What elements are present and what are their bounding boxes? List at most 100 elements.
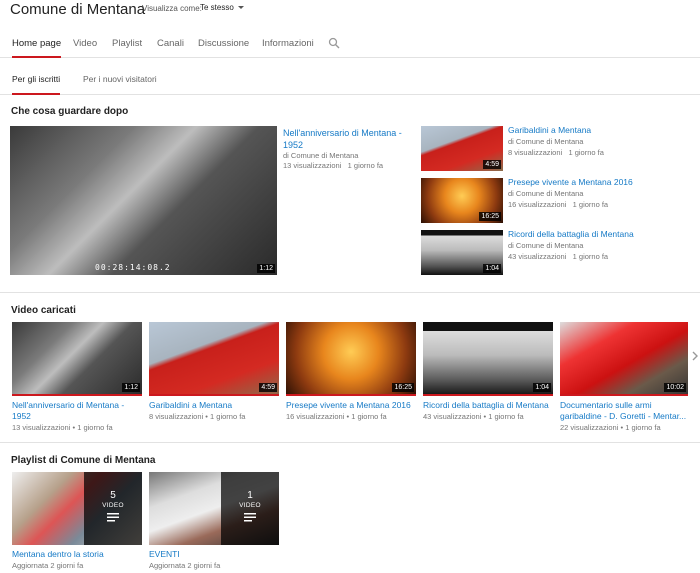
uploads-title[interactable]: Video caricati: [11, 305, 76, 316]
film-timecode: 00:28:14:08.2: [95, 263, 171, 272]
playlist-lines-icon: [107, 513, 119, 522]
upload-video-thumbnail[interactable]: 4:59: [149, 322, 279, 396]
playlist-video-label: VIDEO: [239, 502, 261, 509]
meta-separator: •: [620, 423, 624, 432]
meta-separator: •: [483, 412, 487, 421]
upload-age: 1 giorno fa: [351, 412, 387, 421]
side-video-thumbnail[interactable]: 4:59: [421, 126, 503, 171]
view-count: 16 visualizzazioni: [286, 412, 345, 421]
watched-progress-bar: [149, 394, 279, 396]
video-duration: 1:12: [122, 383, 140, 392]
video-duration: 1:04: [483, 264, 501, 273]
playlist-thumbnail[interactable]: 5 VIDEO: [12, 472, 142, 545]
tab-video[interactable]: Video: [73, 38, 97, 58]
featured-video-title[interactable]: Nell'anniversario di Mentana - 1952: [283, 127, 403, 151]
upload-age: 1 giorno fa: [625, 423, 661, 432]
playlist-video-count: 1: [247, 490, 253, 501]
side-video-thumbnail[interactable]: 16:25: [421, 178, 503, 223]
tab-playlist[interactable]: Playlist: [112, 38, 142, 58]
view-count: 22 visualizzazioni: [560, 423, 619, 432]
video-duration: 10:02: [664, 383, 686, 392]
video-duration: 16:25: [479, 212, 501, 221]
meta-separator: •: [72, 423, 76, 432]
side-video-channel[interactable]: di Comune di Mentana: [508, 188, 583, 199]
home-subtabs: Per gli iscritti Per i nuovi visitatori: [0, 74, 700, 95]
video-duration: 1:12: [257, 264, 275, 273]
upload-video-thumbnail[interactable]: 1:12: [12, 322, 142, 396]
playlist-lines-icon: [244, 513, 256, 522]
upload-video-title[interactable]: Presepe vivente a Mentana 2016: [286, 400, 411, 411]
featured-video-thumbnail[interactable]: 00:28:14:08.2 1:12: [10, 126, 277, 275]
chevron-right-icon[interactable]: [690, 349, 700, 363]
upload-age: 1 giorno fa: [210, 412, 246, 421]
meta-separator: •: [205, 412, 208, 421]
side-video-meta: 43 visualizzazioni 1 giorno fa: [508, 251, 608, 262]
tab-discussion[interactable]: Discussione: [198, 38, 249, 58]
playlist-count-overlay: 5 VIDEO: [84, 472, 142, 545]
upload-video-title-line1[interactable]: Documentario sulle armi: [560, 400, 652, 411]
channel-tabs: Home page Video Playlist Canali Discussi…: [0, 37, 700, 58]
upload-video-title[interactable]: Ricordi della battaglia di Mentana: [423, 400, 549, 411]
video-duration: 16:25: [392, 383, 414, 392]
view-as-dropdown[interactable]: Te stesso: [200, 3, 244, 12]
upload-video-thumbnail[interactable]: 16:25: [286, 322, 416, 396]
upload-age: 1 giorno fa: [572, 200, 609, 209]
playlist-video-label: VIDEO: [102, 502, 124, 509]
side-video-thumbnail[interactable]: 1:04: [421, 230, 503, 275]
side-video-title[interactable]: Garibaldini a Mentana: [508, 125, 591, 136]
upload-video-meta: 13 visualizzazioni • 1 giorno fa: [12, 422, 113, 433]
view-count: 13 visualizzazioni: [12, 423, 71, 432]
upload-video-meta: 43 visualizzazioni • 1 giorno fa: [423, 411, 524, 422]
playlist-updated: Aggiornata 2 giorni fa: [12, 561, 84, 570]
playlist-thumbnail[interactable]: 1 VIDEO: [149, 472, 279, 545]
view-as-value: Te stesso: [200, 3, 234, 12]
search-icon[interactable]: [328, 37, 340, 49]
watched-progress-bar: [423, 394, 553, 396]
watch-next-title: Che cosa guardare dopo: [11, 106, 129, 117]
tab-channels[interactable]: Canali: [157, 38, 184, 58]
watched-progress-bar: [560, 394, 688, 396]
video-duration: 4:59: [483, 160, 501, 169]
upload-age: 1 giorno fa: [77, 423, 113, 432]
playlist-updated: Aggiornata 2 giorni fa: [149, 561, 221, 570]
upload-video-title[interactable]: Garibaldini a Mentana: [149, 400, 232, 411]
side-video-meta: 16 visualizzazioni 1 giorno fa: [508, 199, 608, 210]
watched-progress-bar: [286, 394, 416, 396]
side-video-title[interactable]: Ricordi della battaglia di Mentana: [508, 229, 634, 240]
playlist-title[interactable]: Mentana dentro la storia: [12, 549, 104, 560]
upload-video-thumbnail[interactable]: 10:02: [560, 322, 688, 396]
upload-video-title[interactable]: Nell'anniversario di Mentana - 1952: [12, 400, 142, 422]
playlist-count-overlay: 1 VIDEO: [221, 472, 279, 545]
side-video-meta: 8 visualizzazioni 1 giorno fa: [508, 147, 604, 158]
section-divider: [0, 292, 700, 293]
channel-title: Comune di Mentana: [10, 1, 146, 18]
upload-age: 1 giorno fa: [568, 148, 604, 157]
playlist-title[interactable]: EVENTI: [149, 549, 180, 560]
watched-progress-bar: [12, 394, 142, 396]
upload-age: 1 giorno fa: [572, 252, 609, 261]
featured-video-meta: 13 visualizzazioni 1 giorno fa: [283, 160, 383, 171]
section-divider: [0, 442, 700, 443]
upload-age: 1 giorno fa: [488, 412, 524, 421]
view-count: 8 visualizzazioni: [149, 412, 204, 421]
view-count: 43 visualizzazioni: [508, 252, 567, 261]
subtab-new-visitors[interactable]: Per i nuovi visitatori: [83, 74, 157, 95]
view-count: 13 visualizzazioni: [283, 161, 342, 170]
video-duration: 4:59: [259, 383, 277, 392]
tab-home[interactable]: Home page: [12, 38, 62, 58]
side-video-channel[interactable]: di Comune di Mentana: [508, 240, 583, 251]
view-count: 43 visualizzazioni: [423, 412, 482, 421]
side-video-title[interactable]: Presepe vivente a Mentana 2016: [508, 177, 633, 188]
view-count: 16 visualizzazioni: [508, 200, 567, 209]
side-video-channel[interactable]: di Comune di Mentana: [508, 136, 583, 147]
subtab-subscribers[interactable]: Per gli iscritti: [12, 74, 61, 95]
upload-video-thumbnail[interactable]: 1:04: [423, 322, 553, 396]
upload-video-meta: 16 visualizzazioni • 1 giorno fa: [286, 411, 387, 422]
upload-age: 1 giorno fa: [347, 161, 384, 170]
meta-separator: •: [346, 412, 350, 421]
playlists-title[interactable]: Playlist di Comune di Mentana: [11, 455, 155, 466]
view-as-label: Visualizza come:: [142, 4, 202, 13]
upload-video-meta: 8 visualizzazioni • 1 giorno fa: [149, 411, 245, 422]
upload-video-title-line2[interactable]: garibaldine - D. Goretti - Mentar...: [560, 411, 688, 422]
tab-about[interactable]: Informazioni: [262, 38, 314, 58]
